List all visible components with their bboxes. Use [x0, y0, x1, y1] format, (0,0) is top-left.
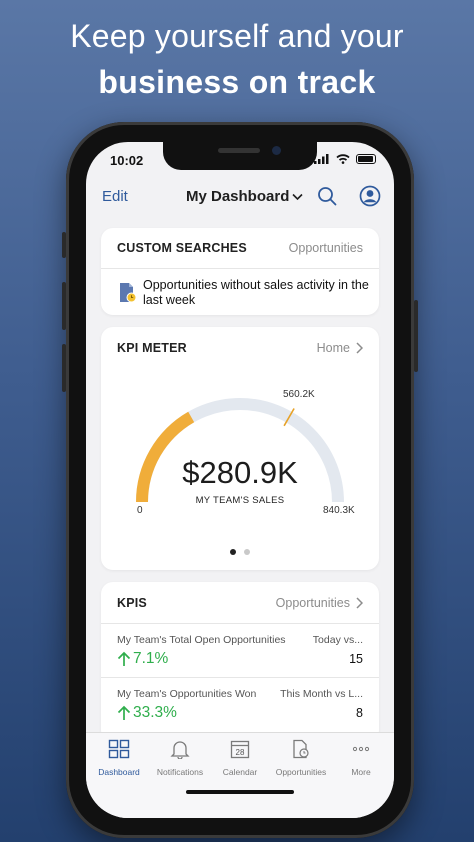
custom-searches-title: CUSTOM SEARCHES	[117, 241, 247, 255]
custom-searches-card: CUSTOM SEARCHES Opportunities Opportunit…	[101, 228, 379, 315]
custom-searches-link-label: Opportunities	[288, 241, 363, 255]
kpi-meter-card: KPI METER Home 560.2K 0 840.3K $280.9K M…	[101, 327, 379, 570]
bell-icon	[170, 741, 190, 760]
kpi-count: 15	[349, 652, 363, 666]
mute-switch	[62, 232, 66, 258]
calendar-icon: 28	[230, 740, 250, 759]
app-screen: 10:02 Edit My Dashboard CUSTOM SEARCHES …	[86, 142, 394, 818]
chevron-right-icon	[356, 597, 363, 609]
document-clock-icon	[120, 283, 137, 303]
tab-more[interactable]: More	[330, 739, 392, 777]
dashboard-title: My Dashboard	[186, 188, 290, 205]
volume-up-button	[62, 282, 66, 330]
kpi-period: This Month vs L...	[280, 688, 363, 700]
kpi-row[interactable]: My Team's Opportunities Won This Month v…	[101, 678, 379, 731]
kpi-change: 7.1%	[117, 650, 168, 668]
kpi-change-value: 33.3%	[133, 704, 177, 721]
tab-dashboard[interactable]: Dashboard	[88, 739, 150, 777]
nav-bar: Edit My Dashboard	[86, 182, 394, 212]
kpi-meter-value: $280.9K	[182, 455, 298, 490]
camera	[272, 146, 281, 155]
kpi-count: 8	[356, 706, 363, 720]
kpi-name: My Team's Opportunities Won	[117, 688, 257, 700]
status-time: 10:02	[110, 153, 144, 168]
tab-label: Opportunities	[275, 767, 327, 777]
power-button	[414, 300, 418, 372]
tab-label: More	[351, 767, 371, 777]
search-icon[interactable]	[317, 186, 337, 206]
page-dot[interactable]	[244, 549, 250, 555]
tab-calendar[interactable]: 28 Calendar	[209, 739, 271, 777]
volume-down-button	[62, 344, 66, 392]
tab-label: Calendar	[222, 767, 258, 777]
edit-button[interactable]: Edit	[102, 188, 128, 205]
headline-line-1: Keep yourself and your	[70, 18, 404, 54]
kpis-link-label: Opportunities	[275, 596, 350, 610]
tab-bar: Dashboard Notifications 28 Calendar Oppo…	[86, 732, 394, 818]
status-icons	[314, 154, 376, 164]
arrow-up-icon	[117, 651, 131, 666]
page-dots[interactable]	[101, 549, 379, 555]
kpi-name: My Team's Total Open Opportunities	[117, 634, 286, 646]
dashboard-selector[interactable]: My Dashboard	[186, 188, 303, 205]
kpis-title: KPIS	[117, 596, 147, 610]
kpi-change: 33.3%	[117, 704, 177, 722]
headline-line-2: business on track	[98, 64, 376, 100]
kpis-link[interactable]: Opportunities	[276, 596, 363, 610]
home-indicator	[186, 790, 294, 794]
tab-opportunities[interactable]: Opportunities	[270, 739, 332, 777]
kpi-period: Today vs...	[312, 634, 363, 646]
notch	[163, 142, 317, 170]
gauge-target-label: 560.2K	[283, 389, 315, 400]
wifi-icon	[336, 154, 350, 164]
divider	[101, 268, 379, 269]
opportunities-icon	[293, 739, 309, 759]
tab-label: Dashboard	[98, 767, 140, 777]
kpi-change-value: 7.1%	[133, 650, 169, 667]
battery-icon	[356, 154, 376, 164]
signal-icon	[314, 154, 329, 164]
tab-label: Notifications	[156, 767, 204, 777]
kpis-card: KPIS Opportunities My Team's Total Open …	[101, 582, 379, 742]
more-icon	[352, 746, 370, 752]
dashboard-icon	[108, 739, 130, 759]
tab-notifications[interactable]: Notifications	[149, 739, 211, 777]
custom-search-item[interactable]: Opportunities without sales activity in …	[143, 278, 369, 308]
gauge-max-label: 840.3K	[323, 505, 355, 516]
arrow-up-icon	[117, 705, 131, 720]
chevron-down-icon	[292, 193, 303, 200]
custom-searches-link[interactable]: Opportunities	[289, 241, 363, 255]
calendar-day: 28	[236, 748, 245, 757]
profile-icon[interactable]	[359, 185, 381, 207]
kpi-row[interactable]: My Team's Total Open Opportunities Today…	[101, 624, 379, 677]
page-dot-active[interactable]	[230, 549, 236, 555]
speaker	[218, 148, 260, 153]
gauge-min-label: 0	[137, 505, 143, 516]
kpi-meter-label: MY TEAM'S SALES	[195, 495, 285, 506]
